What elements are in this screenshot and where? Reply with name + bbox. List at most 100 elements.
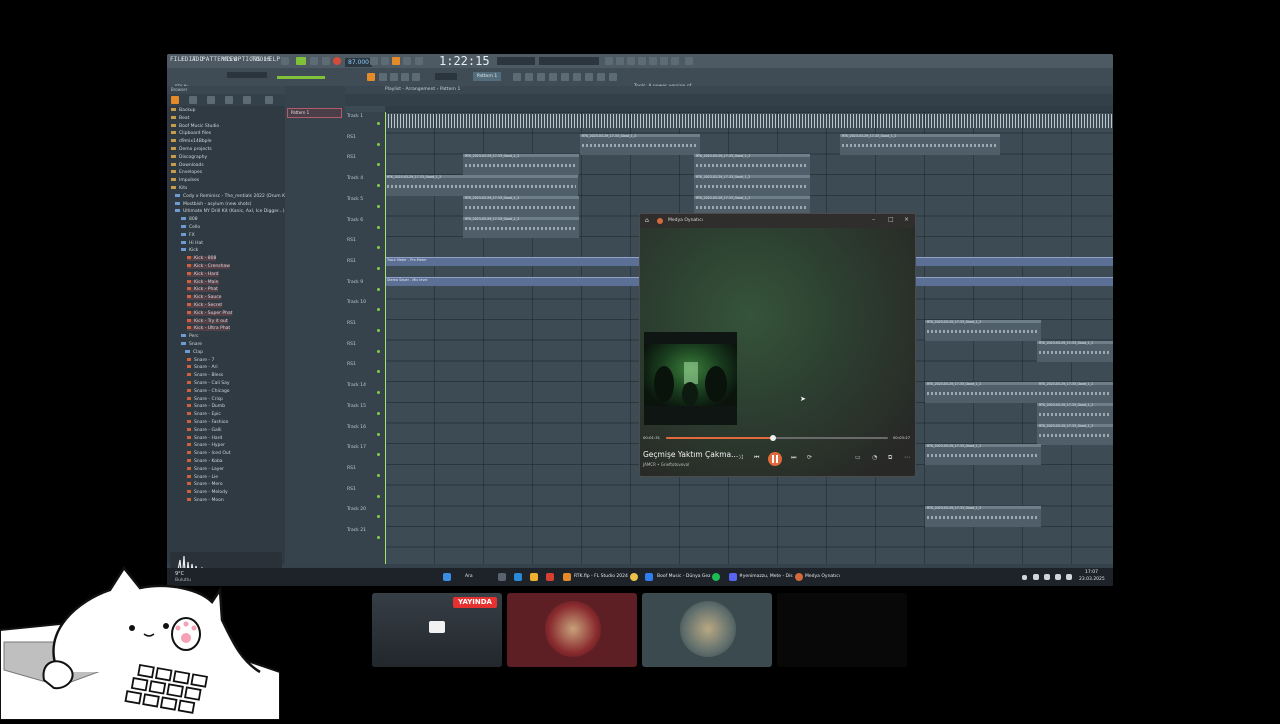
audio-clip[interactable]: RTK_2023-03-29_17-33_Good_1_2: [925, 320, 1041, 341]
miniplayer-icon[interactable]: ⧉: [888, 454, 892, 462]
browser-folder-icon[interactable]: [189, 96, 197, 104]
tray-icon-2[interactable]: [1044, 574, 1050, 580]
previous-icon[interactable]: ⏮: [754, 454, 759, 462]
wifi-icon[interactable]: [1055, 574, 1061, 580]
track-mute-led[interactable]: [377, 432, 380, 436]
track-label[interactable]: Track 5: [347, 197, 363, 202]
track-label[interactable]: RS1: [347, 238, 356, 243]
browser-item[interactable]: Snare - Dumb: [187, 404, 225, 409]
tool-icon-7[interactable]: [585, 73, 593, 81]
task-view-icon[interactable]: [498, 573, 506, 581]
browser-item[interactable]: Snare - Lie: [187, 474, 218, 480]
browser-item[interactable]: Kick - 808: [187, 256, 217, 262]
browser-item[interactable]: Kick - Hard: [187, 271, 219, 277]
audio-clip[interactable]: RTK_2023-03-29_17-33_Good_1_2: [385, 175, 578, 197]
tray-chevron-icon[interactable]: [1022, 575, 1027, 580]
app-icon-red[interactable]: [546, 573, 554, 581]
track-mute-led[interactable]: [377, 163, 380, 167]
file-explorer-icon[interactable]: [530, 573, 538, 581]
browser-item[interactable]: Backup: [171, 108, 196, 113]
pause-button[interactable]: [768, 452, 782, 466]
browser-item[interactable]: Kick - Super Phat: [187, 310, 233, 316]
browser-item[interactable]: Kick - Secret: [187, 303, 223, 308]
volume-icon[interactable]: [1066, 574, 1072, 580]
track-mute-led[interactable]: [377, 391, 380, 395]
tool-icon-3[interactable]: [537, 73, 545, 81]
channel-rack-icon[interactable]: [627, 57, 635, 65]
track-label[interactable]: Track 21: [347, 528, 366, 533]
audio-clip[interactable]: RTK_2023-03-29_17-33_Good_1_2: [463, 154, 579, 176]
taskbar-fl-studio[interactable]: RTK.flp - FL Studio 2024: [574, 574, 628, 579]
record-icon[interactable]: [333, 57, 341, 65]
track-mute-led[interactable]: [377, 122, 380, 125]
browser-item[interactable]: Snare - Epic: [187, 412, 221, 417]
taskbar-chrome[interactable]: Boof Music - Dünya Gez: [657, 574, 711, 579]
browser-item[interactable]: Kick - Try it out: [187, 318, 228, 324]
browser-item[interactable]: Snare - Crisp: [187, 396, 223, 402]
track-label[interactable]: Track 14: [347, 383, 366, 388]
browser-item[interactable]: Snare - Mero: [187, 482, 223, 487]
stop-icon[interactable]: [322, 57, 330, 65]
browser-item[interactable]: Snare - Bless: [187, 373, 223, 378]
browser-item[interactable]: Cody x Reminisc - The_rentials 2022 (Dru…: [175, 193, 290, 199]
browser-item[interactable]: Boof Music Studio: [171, 123, 219, 129]
pattern-selector[interactable]: Pattern 1: [473, 72, 501, 81]
browser-item[interactable]: Snare - Cali Say: [187, 381, 230, 386]
tool-icon-8[interactable]: [597, 73, 605, 81]
arrow-icon[interactable]: [379, 73, 387, 81]
audio-clip[interactable]: RTK_2023-03-29_17-33_Good_1_2: [925, 382, 1041, 404]
fl-studio-icon[interactable]: [563, 573, 571, 581]
browser-item[interactable]: Cello: [181, 225, 200, 230]
clock-date[interactable]: 23.03.2025: [1079, 577, 1105, 582]
draw-icon[interactable]: [390, 73, 398, 81]
track-mute-led[interactable]: [377, 184, 380, 188]
repeat-icon[interactable]: ⟳: [807, 454, 812, 461]
track-label[interactable]: RS1: [347, 466, 356, 471]
audio-clip[interactable]: RTK_2023-03-29_17-33_Good_1_2: [694, 175, 810, 197]
track-mute-led[interactable]: [377, 473, 380, 477]
track-mute-led[interactable]: [377, 453, 380, 457]
loop-record-icon[interactable]: [403, 57, 411, 65]
snap-select[interactable]: [435, 73, 457, 80]
pattern-1-item[interactable]: Pattern 1: [287, 108, 342, 118]
track-label[interactable]: Track 1: [347, 114, 363, 119]
browser-item[interactable]: Snare - Ari: [187, 365, 218, 370]
browser-icon[interactable]: [638, 57, 646, 65]
discord-icon[interactable]: [729, 573, 737, 581]
track-label[interactable]: Track 9: [347, 280, 363, 285]
seek-knob[interactable]: [769, 435, 776, 441]
browser-item[interactable]: Ultimate NY Drill Kit (Kanic, Axl, Ice D…: [175, 209, 284, 214]
browser-item[interactable]: Mostbish - asylum (new shots): [175, 201, 252, 207]
browser-item[interactable]: Perc: [181, 334, 199, 339]
track-mute-led[interactable]: [377, 204, 380, 208]
browser-item[interactable]: Snare - Hyper: [187, 443, 225, 448]
track-mute-led[interactable]: [377, 349, 380, 353]
browser-app-icon[interactable]: [645, 573, 653, 581]
browser-item[interactable]: Impulses: [171, 178, 199, 183]
piano-roll-icon[interactable]: [616, 57, 624, 65]
browser-item[interactable]: Kick - Crenshaw: [187, 264, 230, 269]
search-box[interactable]: Ara: [465, 574, 473, 579]
audio-clip[interactable]: RTK_2023-03-29_17-33_Good_1_2: [463, 216, 579, 238]
track-mute-led[interactable]: [377, 494, 380, 498]
browser-item[interactable]: Beat: [171, 115, 189, 121]
tool-icon-4[interactable]: [549, 73, 557, 81]
browser-item[interactable]: Kick - Main: [187, 279, 219, 285]
song-mode-icon[interactable]: [296, 57, 306, 65]
wait-icon[interactable]: [381, 57, 389, 65]
track-label[interactable]: RS1: [347, 155, 356, 160]
audio-clip[interactable]: RTK_2023-03-29_17-33_Good_1_2: [925, 444, 1041, 466]
cloud-icon[interactable]: [685, 57, 693, 65]
track-label[interactable]: RS1: [347, 321, 356, 326]
browser-item[interactable]: Demo projects: [171, 147, 212, 152]
minimize-icon[interactable]: –: [872, 216, 875, 223]
menu-help[interactable]: HELP: [265, 56, 280, 63]
play-icon[interactable]: [310, 57, 318, 65]
media-player-icon[interactable]: [795, 573, 803, 581]
track-mute-led[interactable]: [377, 266, 380, 270]
browser-item[interactable]: Snare - 7: [187, 357, 214, 363]
audio-clip[interactable]: RTK_2023-03-29_17-33_Good_1_2: [694, 154, 810, 176]
audio-clip[interactable]: RTK_2023-03-29_17-33_Good_1_2: [840, 133, 1000, 155]
close-icon[interactable]: ×: [904, 216, 909, 223]
browser-all-icon[interactable]: [171, 96, 179, 104]
